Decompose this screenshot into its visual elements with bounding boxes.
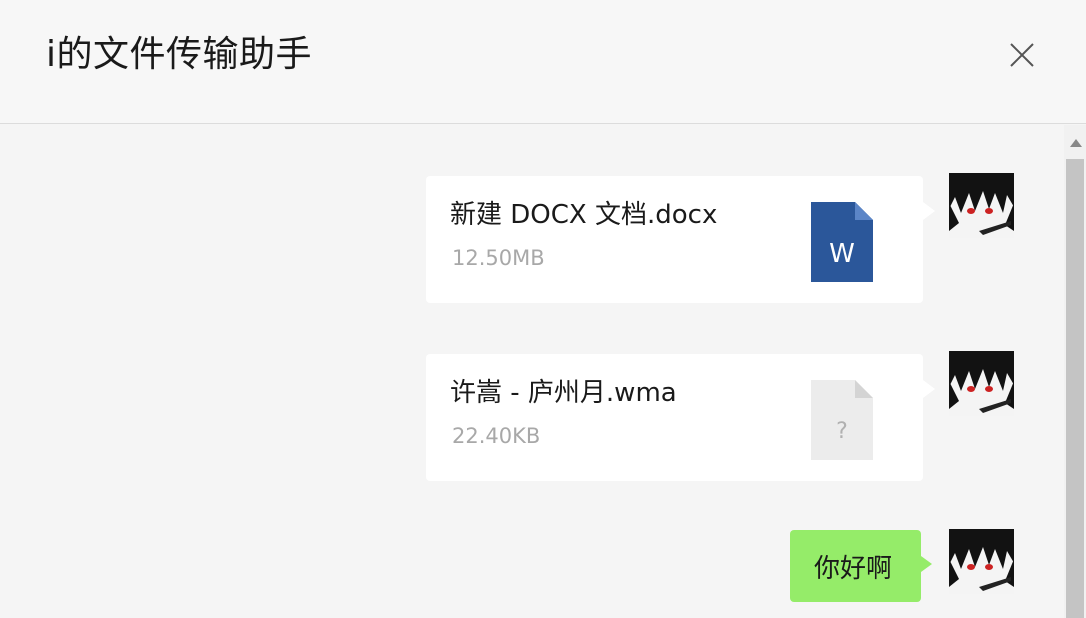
avatar[interactable] (949, 351, 1014, 416)
message-text: 你好啊 (814, 554, 893, 584)
scrollbar-thumb[interactable] (1066, 159, 1084, 618)
file-size: 22.40KB (452, 424, 541, 448)
avatar[interactable] (949, 529, 1014, 594)
chat-scrollbar[interactable] (1064, 125, 1086, 618)
file-name: 新建 DOCX 文档.docx (450, 200, 718, 230)
scroll-up-arrow-icon[interactable] (1070, 139, 1082, 147)
avatar[interactable] (949, 173, 1014, 238)
unknown-icon-letter: ? (836, 419, 848, 444)
word-icon-letter: W (829, 239, 855, 269)
file-message[interactable]: 新建 DOCX 文档.docx 12.50MB W (426, 176, 935, 303)
file-message[interactable]: 许嵩 - 庐州月.wma 22.40KB ? (426, 354, 935, 481)
word-file-icon: W (811, 202, 873, 282)
unknown-file-icon: ? (811, 380, 873, 460)
file-size: 12.50MB (452, 246, 545, 270)
file-name: 许嵩 - 庐州月.wma (450, 378, 677, 408)
text-message-bubble[interactable]: 你好啊 (790, 530, 932, 602)
close-icon[interactable] (1005, 38, 1039, 72)
window-title: i的文件传输助手 (46, 34, 313, 75)
title-bar: i的文件传输助手 (0, 0, 1086, 124)
